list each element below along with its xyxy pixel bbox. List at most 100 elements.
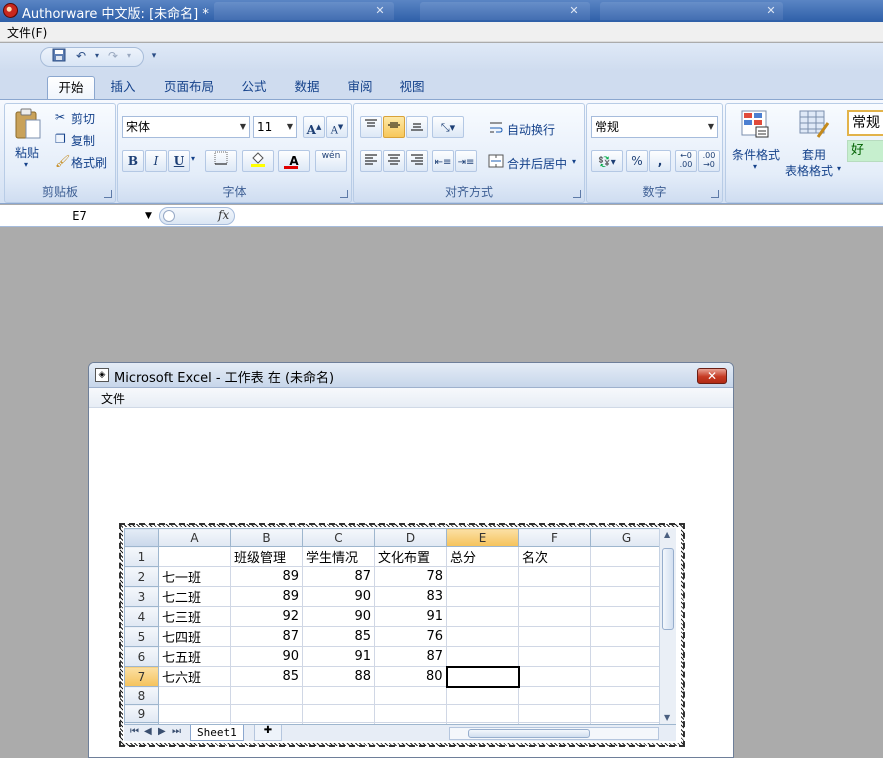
- cell[interactable]: [446, 606, 519, 627]
- cell[interactable]: [518, 626, 591, 647]
- cell[interactable]: 总分: [446, 546, 519, 567]
- column-header[interactable]: A: [158, 528, 231, 547]
- merge-center-button[interactable]: 合并后居中: [507, 155, 567, 172]
- cell[interactable]: [158, 686, 231, 705]
- cell[interactable]: [374, 686, 447, 705]
- cell[interactable]: 七一班: [158, 566, 231, 587]
- bold-button[interactable]: B: [122, 150, 144, 172]
- cell[interactable]: 85: [230, 666, 303, 687]
- dialog-launcher-icon[interactable]: [340, 190, 348, 198]
- column-header[interactable]: D: [374, 528, 447, 547]
- align-left-button[interactable]: [360, 150, 382, 172]
- cell[interactable]: 87: [302, 566, 375, 587]
- cell[interactable]: 七五班: [158, 646, 231, 667]
- cell[interactable]: 78: [374, 566, 447, 587]
- vertical-scrollbar[interactable]: ▲ ▼: [659, 528, 676, 724]
- row-header[interactable]: 3: [124, 586, 159, 607]
- decrease-indent-button[interactable]: ⇤≡: [432, 150, 454, 172]
- increase-indent-button[interactable]: ⇥≡: [455, 150, 477, 172]
- formula-bar-handle[interactable]: [163, 210, 175, 222]
- insert-sheet-icon[interactable]: ✚: [254, 725, 282, 741]
- dialog-menu-file[interactable]: 文件: [101, 390, 125, 407]
- cell[interactable]: [590, 626, 663, 647]
- cell[interactable]: 83: [374, 586, 447, 607]
- cell[interactable]: [518, 566, 591, 587]
- insert-function-icon[interactable]: fx: [218, 208, 229, 222]
- tab-review[interactable]: 审阅: [340, 76, 380, 99]
- background-window-tab[interactable]: [214, 2, 394, 20]
- copy-icon[interactable]: ❐: [55, 132, 66, 146]
- table-style-label-line1[interactable]: 套用: [802, 146, 826, 163]
- cell[interactable]: [590, 646, 663, 667]
- next-sheet-icon[interactable]: ▶: [158, 726, 166, 737]
- cell[interactable]: 91: [302, 646, 375, 667]
- menu-file[interactable]: 文件(F): [7, 24, 47, 41]
- last-sheet-icon[interactable]: ⏭: [172, 726, 181, 737]
- scroll-down-icon[interactable]: ▼: [664, 713, 670, 722]
- paste-icon[interactable]: [14, 108, 42, 142]
- cell[interactable]: [590, 586, 663, 607]
- close-icon[interactable]: ✕: [568, 5, 580, 17]
- border-button[interactable]: [205, 150, 237, 172]
- cell[interactable]: [590, 704, 663, 723]
- cell[interactable]: 76: [374, 626, 447, 647]
- sheet-tab-sheet1[interactable]: Sheet1: [190, 725, 244, 741]
- format-painter-button[interactable]: 格式刷: [71, 154, 107, 171]
- cell[interactable]: 90: [302, 606, 375, 627]
- row-header[interactable]: 1: [124, 546, 159, 567]
- background-window-tab[interactable]: [420, 2, 590, 20]
- column-header[interactable]: F: [518, 528, 591, 547]
- cell[interactable]: [590, 686, 663, 705]
- row-header[interactable]: 8: [124, 686, 159, 705]
- font-color-button[interactable]: A: [278, 150, 310, 172]
- cell[interactable]: [518, 704, 591, 723]
- cell[interactable]: [518, 646, 591, 667]
- cell[interactable]: [302, 686, 375, 705]
- cell[interactable]: 90: [302, 586, 375, 607]
- grow-font-button[interactable]: A▲: [303, 116, 325, 138]
- cell[interactable]: [590, 666, 663, 687]
- font-size-select[interactable]: 11 ▼: [253, 116, 297, 138]
- chevron-down-icon[interactable]: ▾: [837, 164, 841, 173]
- font-name-select[interactable]: 宋体 ▼: [122, 116, 250, 138]
- active-cell[interactable]: [445, 665, 520, 688]
- save-icon[interactable]: [50, 48, 68, 64]
- underline-button[interactable]: U: [168, 150, 190, 172]
- row-header[interactable]: 9: [124, 704, 159, 723]
- dialog-launcher-icon[interactable]: [573, 190, 581, 198]
- wrap-text-button[interactable]: 自动换行: [507, 121, 555, 138]
- tab-page-layout[interactable]: 页面布局: [157, 76, 221, 99]
- dialog-launcher-icon[interactable]: [104, 190, 112, 198]
- increase-decimal-button[interactable]: ←0.00: [675, 150, 697, 172]
- close-button[interactable]: ✕: [697, 368, 727, 384]
- cell[interactable]: [590, 566, 663, 587]
- prev-sheet-icon[interactable]: ◀: [144, 726, 152, 737]
- customize-qat-icon[interactable]: ▾: [145, 48, 163, 64]
- cell[interactable]: [302, 704, 375, 723]
- select-all-corner[interactable]: [124, 528, 159, 547]
- conditional-formatting-icon[interactable]: [740, 109, 770, 139]
- cell[interactable]: [230, 686, 303, 705]
- orientation-button[interactable]: ⤡▾: [432, 116, 464, 138]
- cell[interactable]: 七六班: [158, 666, 231, 687]
- scroll-thumb[interactable]: [468, 729, 590, 738]
- background-window-tab[interactable]: [600, 2, 783, 20]
- cell[interactable]: 班级管理: [230, 546, 303, 567]
- comma-button[interactable]: ,: [649, 150, 671, 172]
- close-icon[interactable]: ✕: [374, 5, 386, 17]
- first-sheet-icon[interactable]: ⏮: [130, 726, 139, 737]
- tab-home[interactable]: 开始: [47, 76, 95, 99]
- cell[interactable]: [374, 704, 447, 723]
- tab-view[interactable]: 视图: [392, 76, 432, 99]
- scroll-thumb[interactable]: [662, 548, 674, 630]
- cell[interactable]: [446, 586, 519, 607]
- phonetic-guide-button[interactable]: wén: [315, 150, 347, 172]
- merge-center-icon[interactable]: [488, 154, 504, 168]
- cell[interactable]: [590, 606, 663, 627]
- conditional-formatting-button[interactable]: 条件格式: [732, 146, 780, 163]
- cell[interactable]: [230, 704, 303, 723]
- paste-button[interactable]: 粘贴: [15, 144, 39, 161]
- row-header[interactable]: 6: [124, 646, 159, 667]
- tab-data[interactable]: 数据: [287, 76, 327, 99]
- shrink-font-button[interactable]: A▼: [326, 116, 348, 138]
